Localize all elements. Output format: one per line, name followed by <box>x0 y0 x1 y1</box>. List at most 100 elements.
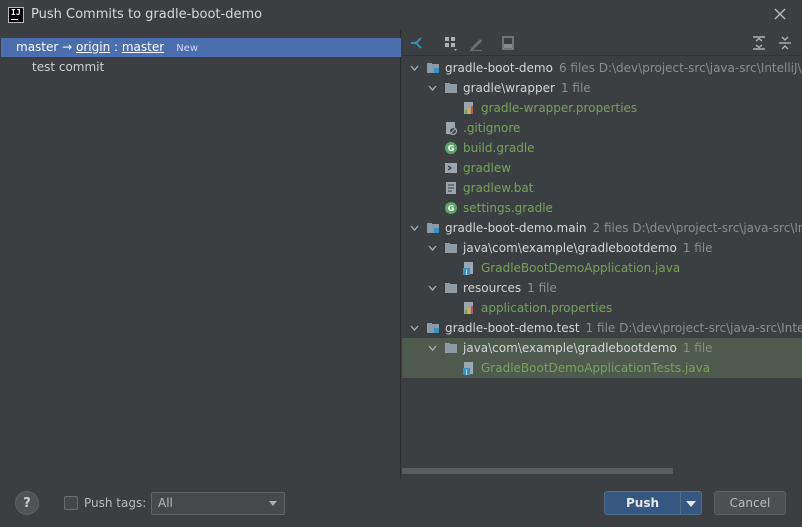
tree-row[interactable]: resources 1 file <box>402 278 802 298</box>
changes-tree: gradle-boot-demo 6 files D:\dev\project-s… <box>402 58 802 378</box>
file-count-path: 6 files D:\dev\project-src\java-src\Inte… <box>558 61 802 75</box>
file-count-path: 1 file D:\dev\project-src\java-src\Intel… <box>585 321 802 335</box>
java-file-icon: J <box>463 362 473 375</box>
svg-text:J: J <box>465 269 468 275</box>
tree-row[interactable]: gradle\wrapper 1 file <box>402 78 802 98</box>
expand-selected-icon[interactable] <box>408 34 426 52</box>
chevron-down-icon[interactable] <box>410 224 419 232</box>
commits-pane: master → origin : master New test commit <box>1 30 401 479</box>
window-title: Push Commits to gradle-boot-demo <box>31 7 263 22</box>
tree-row-label: java\com\example\gradlebootdemo 1 file <box>463 238 713 258</box>
close-icon[interactable] <box>772 6 788 22</box>
tree-row[interactable]: Gsettings.gradle <box>402 198 802 218</box>
tree-row-label: resources 1 file <box>463 278 557 298</box>
tags-select[interactable]: All <box>151 492 285 515</box>
remote-link[interactable]: origin <box>76 40 110 54</box>
chevron-down-icon[interactable] <box>410 64 419 72</box>
properties-file-icon <box>464 302 473 314</box>
tree-row-label: gradle\wrapper 1 file <box>463 78 591 98</box>
tree-row-label: gradlew.bat <box>463 178 533 198</box>
push-tags-checkbox[interactable] <box>64 496 78 510</box>
push-button[interactable]: Push <box>604 491 702 515</box>
tree-row[interactable]: .gitignore <box>402 118 802 138</box>
push-tags-label: Push tags: <box>84 496 147 510</box>
tree-row[interactable]: gradlew <box>402 158 802 178</box>
tree-row-label: build.gradle <box>463 138 535 158</box>
file-count-path: 2 files D:\dev\project-src\java-src\Inte <box>592 221 802 235</box>
module-folder-icon <box>427 63 439 73</box>
folder-icon <box>445 83 457 93</box>
group-by-icon[interactable] <box>442 34 460 52</box>
tree-row[interactable]: java\com\example\gradlebootdemo 1 file <box>402 238 802 258</box>
collapse-all-icon[interactable] <box>776 34 794 52</box>
preview-icon[interactable] <box>499 34 517 52</box>
chevron-down-icon[interactable] <box>428 284 437 292</box>
gradle-icon: G <box>445 202 457 214</box>
file-name: gradle-boot-demo.main <box>445 221 587 235</box>
title-bar: IJ Push Commits to gradle-boot-demo <box>0 0 802 30</box>
file-name: gradle-boot-demo <box>445 61 553 75</box>
folder-icon <box>445 343 457 353</box>
chevron-down-icon[interactable] <box>410 324 419 332</box>
tree-row-label: gradle-boot-demo 6 files D:\dev\project-s… <box>445 58 802 78</box>
expand-all-icon[interactable] <box>750 34 768 52</box>
svg-text:J: J <box>465 369 468 375</box>
tree-row-label: application.properties <box>481 298 612 318</box>
edit-icon[interactable] <box>467 34 485 52</box>
scrollbar-thumb[interactable] <box>402 468 673 474</box>
tree-row[interactable]: gradle-boot-demo 6 files D:\dev\project-s… <box>402 58 802 78</box>
folder-icon <box>445 243 457 253</box>
tree-row[interactable]: gradle-wrapper.properties <box>402 98 802 118</box>
tree-row-label: gradle-wrapper.properties <box>481 98 637 118</box>
svg-text:G: G <box>448 204 455 213</box>
dialog-footer: ? Push tags: All Push Cancel <box>0 479 802 527</box>
push-options-dropdown-icon[interactable] <box>686 501 696 507</box>
commit-item[interactable]: test commit <box>32 60 104 74</box>
chevron-down-icon[interactable] <box>428 244 437 252</box>
tree-row[interactable]: gradle-boot-demo.main 2 files D:\dev\proj… <box>402 218 802 238</box>
file-name: gradle-boot-demo.test <box>445 321 580 335</box>
module-folder-icon <box>427 223 439 233</box>
branch-separator: : <box>110 40 122 54</box>
tree-row[interactable]: gradle-boot-demo.test 1 file D:\dev\proje… <box>402 318 802 338</box>
file-name: GradleBootDemoApplicationTests.java <box>481 361 711 375</box>
tree-row[interactable]: J GradleBootDemoApplication.java <box>402 258 802 278</box>
help-button[interactable]: ? <box>15 491 39 515</box>
file-name: gradle\wrapper <box>463 81 555 95</box>
tree-row-label: gradle-boot-demo.main 2 files D:\dev\proj… <box>445 218 802 238</box>
tree-row-label: gradlew <box>463 158 511 178</box>
tree-row[interactable]: J GradleBootDemoApplicationTests.java <box>402 358 802 378</box>
tree-row[interactable]: java\com\example\gradlebootdemo 1 file <box>402 338 802 358</box>
text-file-icon <box>446 182 456 194</box>
file-name: resources <box>463 281 522 295</box>
file-count-path: 1 file <box>682 241 713 255</box>
file-name: java\com\example\gradlebootdemo <box>463 241 677 255</box>
tree-row[interactable]: application.properties <box>402 298 802 318</box>
file-count-path: 1 file <box>527 281 557 295</box>
branch-arrow: → <box>58 40 77 54</box>
folder-icon <box>445 283 457 293</box>
tree-row-label: java\com\example\gradlebootdemo 1 file <box>463 338 713 358</box>
file-name: gradlew.bat <box>463 181 534 195</box>
tree-row[interactable]: gradlew.bat <box>402 178 802 198</box>
file-name: gradlew <box>463 161 512 175</box>
cancel-button[interactable]: Cancel <box>714 491 786 515</box>
ignore-file-icon <box>446 122 458 135</box>
horizontal-scrollbar[interactable] <box>402 467 786 475</box>
changes-toolbar <box>402 30 802 56</box>
chevron-down-icon[interactable] <box>428 84 437 92</box>
module-folder-icon <box>427 323 439 333</box>
tree-row-label: .gitignore <box>463 118 520 138</box>
gradle-icon: G <box>445 142 457 154</box>
file-name: settings.gradle <box>463 201 553 215</box>
tree-row-label: GradleBootDemoApplicationTests.java <box>481 358 710 378</box>
file-name: java\com\example\gradlebootdemo <box>463 341 677 355</box>
file-name: application.properties <box>481 301 613 315</box>
tree-row-label: GradleBootDemoApplication.java <box>481 258 680 278</box>
remote-branch-link[interactable]: master <box>122 40 164 54</box>
chevron-down-icon[interactable] <box>428 344 437 352</box>
shell-script-icon <box>445 163 457 173</box>
tree-row[interactable]: Gbuild.gradle <box>402 138 802 158</box>
branch-row[interactable]: master → origin : master New <box>1 38 401 57</box>
tree-row-label: gradle-boot-demo.test 1 file D:\dev\proje… <box>445 318 802 338</box>
